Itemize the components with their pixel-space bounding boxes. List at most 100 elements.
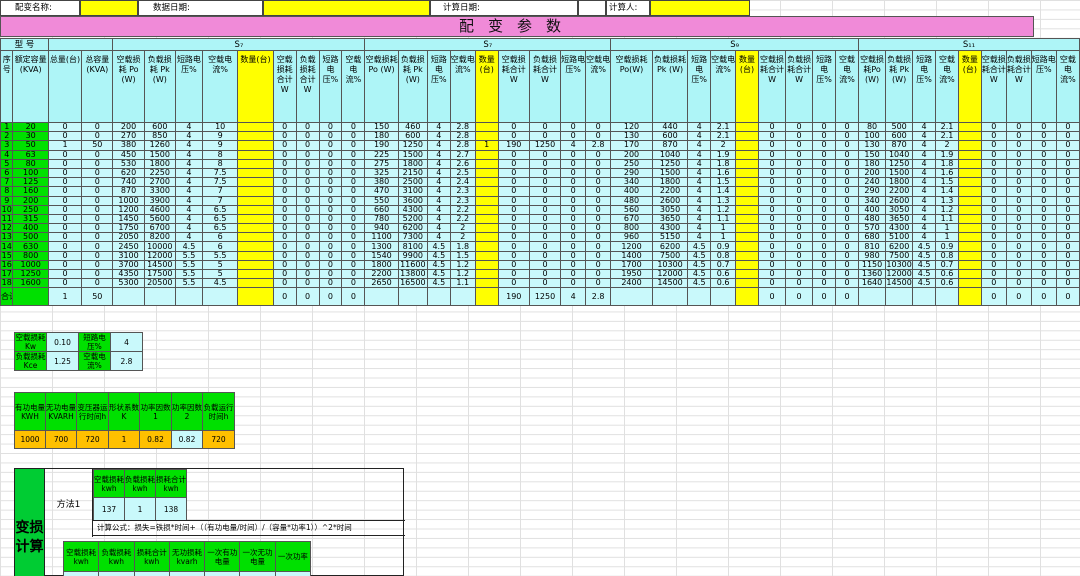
cell[interactable]: 0	[1005, 278, 1032, 289]
cell[interactable]	[474, 121, 499, 133]
cell[interactable]: 1500	[885, 167, 914, 179]
cell[interactable]: 200	[610, 149, 653, 160]
cell[interactable]: 0	[1055, 241, 1080, 252]
cell[interactable]: 400	[858, 204, 887, 215]
cell[interactable]: 0	[528, 131, 562, 142]
cell[interactable]	[237, 131, 274, 142]
cell[interactable]: 1500	[651, 167, 689, 179]
cell[interactable]: 4	[174, 186, 203, 197]
cell[interactable]: 0	[528, 278, 562, 289]
cell[interactable]: 0	[272, 213, 297, 225]
cell[interactable]: 0	[785, 158, 814, 169]
cell[interactable]: 0	[295, 232, 320, 243]
cell[interactable]: 0	[81, 241, 114, 252]
cell[interactable]	[237, 140, 274, 151]
cell[interactable]: 0	[560, 268, 587, 280]
cell[interactable]	[237, 167, 274, 179]
cell[interactable]: 0	[295, 278, 320, 289]
cell[interactable]: 0	[497, 195, 530, 206]
cell[interactable]: 1300	[364, 241, 399, 252]
cell[interactable]: 1.5	[710, 177, 737, 188]
energy-value[interactable]: 720	[202, 430, 235, 449]
cell[interactable]: 400	[610, 186, 653, 197]
cell[interactable]: 0	[1055, 213, 1080, 225]
cell[interactable]: 0	[318, 131, 343, 142]
cell[interactable]: 4.5	[426, 268, 451, 280]
cell[interactable]: 1.8	[710, 158, 737, 169]
cell[interactable]: 5.5	[174, 278, 203, 289]
cell[interactable]: 0	[1030, 121, 1057, 133]
cell[interactable]: 5300	[112, 278, 145, 289]
cell[interactable]: 5.5	[201, 250, 239, 261]
cell[interactable]: 0	[497, 259, 530, 271]
cell[interactable]: 500	[885, 121, 914, 133]
cell[interactable]: 0	[1055, 268, 1080, 280]
cell[interactable]	[237, 213, 274, 225]
cell[interactable]: 0	[812, 195, 837, 206]
cell[interactable]: 1800	[651, 177, 689, 188]
cell[interactable]: 7.5	[201, 167, 239, 179]
cell[interactable]: 0	[1005, 167, 1032, 179]
cell[interactable]: 4	[426, 121, 451, 133]
cell[interactable]	[735, 250, 759, 261]
cell[interactable]: 0	[47, 259, 83, 271]
cell[interactable]	[735, 167, 759, 179]
cell[interactable]: 0	[585, 259, 612, 271]
cell[interactable]: 4600	[143, 204, 176, 215]
cell[interactable]: 4	[687, 131, 712, 142]
cell[interactable]: 4	[426, 131, 451, 142]
cell[interactable]: 0	[1030, 177, 1057, 188]
cell[interactable]: 1.5	[449, 250, 476, 261]
cell[interactable]: 0	[497, 186, 530, 197]
cell[interactable]: 0	[1055, 121, 1080, 133]
cell[interactable]: 0	[980, 232, 1007, 243]
cell[interactable]: 0	[980, 140, 1007, 151]
cell[interactable]: 11600	[397, 259, 428, 271]
cell[interactable]: 1	[710, 232, 737, 243]
cell[interactable]: 0.7	[935, 259, 959, 271]
cell[interactable]: 2.5	[449, 167, 476, 179]
cell[interactable]: 9	[201, 140, 239, 151]
cell[interactable]: 0	[1030, 140, 1057, 151]
cell[interactable]	[474, 223, 499, 234]
cell[interactable]: 1500	[397, 149, 428, 160]
cell[interactable]: 0	[757, 232, 787, 243]
cell[interactable]: 3050	[885, 204, 914, 215]
cell[interactable]: 1040	[651, 149, 689, 160]
cell[interactable]: 0	[980, 268, 1007, 280]
cell[interactable]: 1.1	[935, 213, 959, 225]
cell[interactable]: 0	[757, 250, 787, 261]
date-input[interactable]	[263, 0, 430, 16]
cell[interactable]: 4	[912, 167, 937, 179]
cell[interactable]: 0	[1005, 250, 1032, 261]
cell[interactable]: 0	[785, 131, 814, 142]
cell[interactable]: 4	[174, 121, 203, 133]
cell[interactable]: 12000	[885, 268, 914, 280]
cell[interactable]: 0	[318, 204, 343, 215]
cell[interactable]: 0	[47, 131, 83, 142]
cell[interactable]	[957, 250, 982, 261]
cell[interactable]: 0	[980, 223, 1007, 234]
cell[interactable]: 0	[980, 167, 1007, 179]
cell[interactable]	[474, 268, 499, 280]
cell[interactable]: 0	[560, 158, 587, 169]
cell[interactable]: 4.5	[687, 268, 712, 280]
cell[interactable]: 0	[980, 204, 1007, 215]
cell[interactable]: 0	[980, 259, 1007, 271]
cell[interactable]: 0	[341, 232, 366, 243]
cell[interactable]: 0	[341, 250, 366, 261]
cell[interactable]: 0	[585, 268, 612, 280]
cell[interactable]: 7	[201, 195, 239, 206]
cell[interactable]: 5.5	[174, 250, 203, 261]
cell[interactable]: 0	[1030, 250, 1057, 261]
cell[interactable]: 0	[528, 268, 562, 280]
cell[interactable]	[237, 204, 274, 215]
cell[interactable]: 0.9	[935, 241, 959, 252]
cell[interactable]	[237, 268, 274, 280]
cell[interactable]: 4	[687, 204, 712, 215]
cell[interactable]: 670	[610, 213, 653, 225]
cell[interactable]: 240	[858, 177, 887, 188]
cell[interactable]: 0	[1055, 177, 1080, 188]
cell[interactable]: 850	[143, 131, 176, 142]
param-value[interactable]: 1.25	[46, 351, 79, 371]
